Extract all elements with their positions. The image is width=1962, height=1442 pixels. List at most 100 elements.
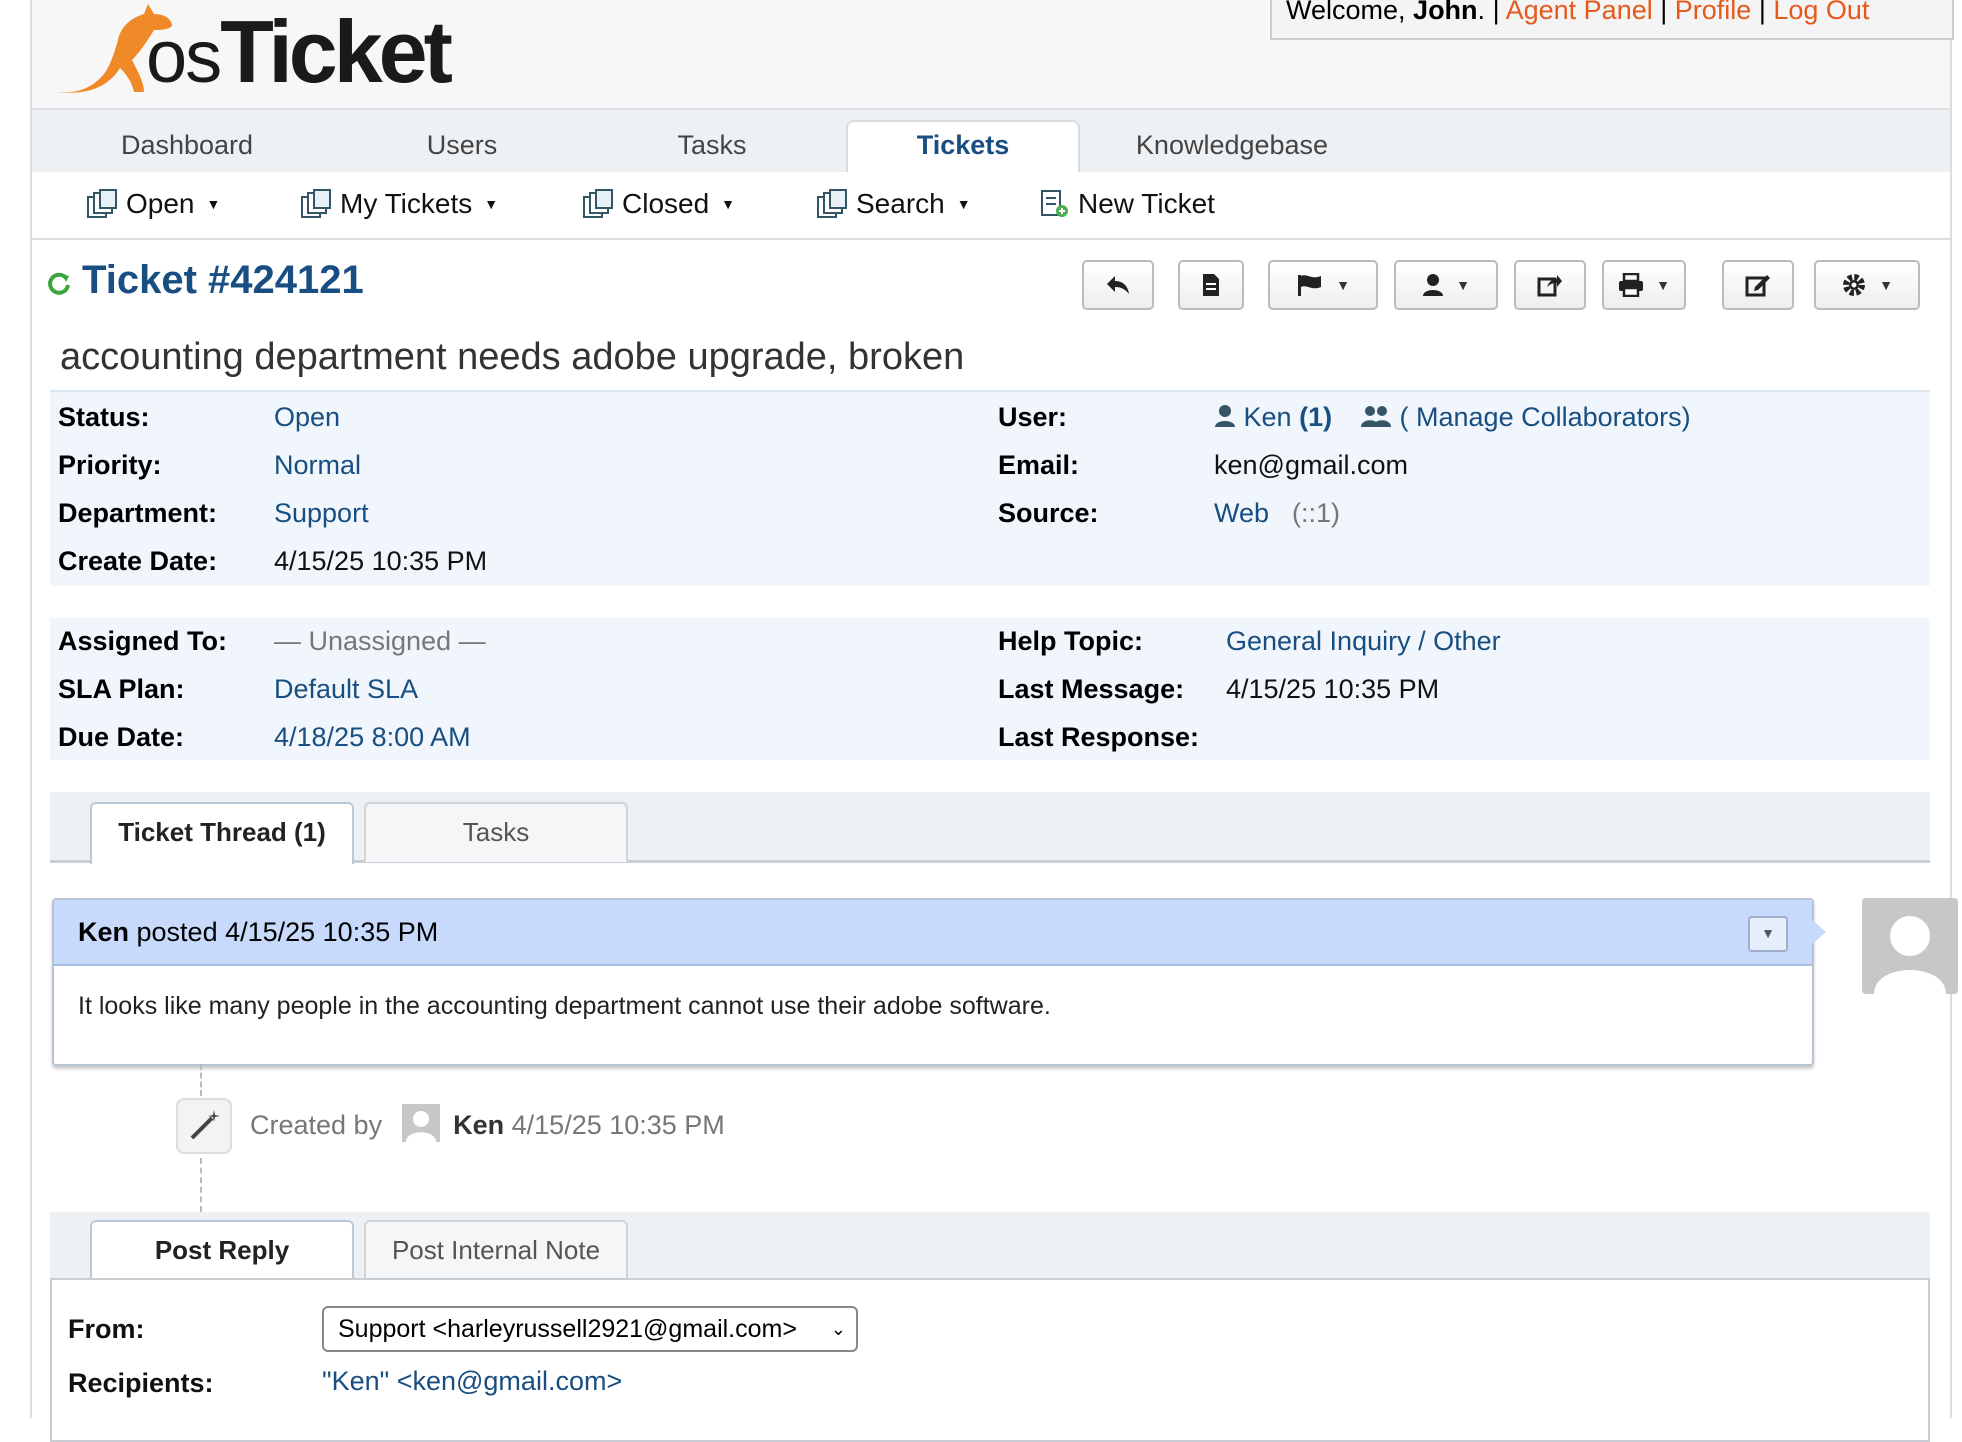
reply-button[interactable] bbox=[1082, 260, 1154, 310]
sla-value: Default SLA bbox=[274, 674, 419, 704]
message-options-button[interactable]: ▼ bbox=[1748, 916, 1788, 952]
welcome-text: Welcome, bbox=[1286, 0, 1414, 25]
source-label: Source: bbox=[998, 498, 1099, 528]
more-settings-button[interactable]: ▼ bbox=[1814, 260, 1920, 310]
tab-dashboard[interactable]: Dashboard bbox=[92, 122, 282, 172]
new-ticket-link[interactable]: New Ticket bbox=[1038, 188, 1215, 220]
separator: | bbox=[1492, 0, 1500, 25]
last-message-label: Last Message: bbox=[998, 674, 1185, 704]
help-topic-value: General Inquiry / Other bbox=[1226, 626, 1501, 656]
status-button[interactable]: ▼ bbox=[1268, 260, 1378, 310]
priority-value: Normal bbox=[274, 450, 362, 480]
refresh-icon[interactable] bbox=[46, 270, 72, 296]
event-time: 4/15/25 10:35 PM bbox=[511, 1110, 725, 1141]
separator: | bbox=[1660, 0, 1668, 25]
sub-nav: Open ▼ My Tickets ▼ Closed ▼ Search ▼ New Ti… bbox=[32, 172, 1950, 240]
main-nav: Dashboard Users Tasks Tickets Knowledgeb… bbox=[32, 108, 1950, 176]
tab-post-reply[interactable]: Post Reply bbox=[90, 1220, 354, 1282]
reply-form: From: Support <harleyrussell2921@gmail.c… bbox=[50, 1278, 1930, 1442]
share-icon bbox=[1537, 275, 1562, 297]
osticket-logo[interactable]: osTicket bbox=[48, 0, 478, 100]
tab-knowledgebase[interactable]: Knowledgebase bbox=[1112, 122, 1352, 172]
email-value: ken@gmail.com bbox=[1214, 450, 1408, 480]
users-group-icon bbox=[1361, 406, 1391, 427]
status-value: Open bbox=[274, 402, 341, 432]
reply-tabs: Post Reply Post Internal Note bbox=[50, 1212, 1930, 1282]
assigned-value: — Unassigned — bbox=[274, 626, 486, 656]
source-value: Web bbox=[1214, 498, 1270, 528]
assign-button[interactable]: ▼ bbox=[1394, 260, 1498, 310]
ticket-info-secondary: Assigned To: — Unassigned — SLA Plan: De… bbox=[50, 618, 1930, 760]
agent-panel-link[interactable]: Agent Panel bbox=[1506, 0, 1653, 25]
search-menu[interactable]: Search ▼ bbox=[816, 188, 971, 220]
transfer-button[interactable] bbox=[1514, 260, 1586, 310]
closed-tickets-menu[interactable]: Closed ▼ bbox=[582, 188, 735, 220]
message-body: It looks like many people in the account… bbox=[78, 992, 1051, 1020]
print-button[interactable]: ▼ bbox=[1602, 260, 1686, 310]
manage-collaborators-link[interactable]: ( Manage Collaborators) bbox=[1360, 402, 1691, 433]
edit-button[interactable] bbox=[1722, 260, 1794, 310]
avatar bbox=[401, 1104, 440, 1142]
caret-down-icon: ▼ bbox=[721, 196, 736, 212]
recipients-value[interactable]: "Ken" <ken@gmail.com> bbox=[322, 1366, 622, 1397]
tab-tasks[interactable]: Tasks bbox=[364, 802, 628, 862]
reply-icon bbox=[1107, 276, 1129, 294]
closed-label: Closed bbox=[622, 188, 710, 219]
help-topic-label: Help Topic: bbox=[998, 626, 1143, 656]
separator: | bbox=[1758, 0, 1766, 25]
my-tickets-menu[interactable]: My Tickets ▼ bbox=[300, 188, 498, 220]
from-select[interactable]: Support <harleyrussell2921@gmail.com> ⌄ bbox=[322, 1306, 858, 1352]
caret-down-icon: ▼ bbox=[206, 196, 221, 212]
message-author: Ken bbox=[78, 917, 130, 947]
user-name: John bbox=[1413, 0, 1478, 25]
new-ticket-label: New Ticket bbox=[1078, 188, 1215, 219]
department-value: Support bbox=[274, 498, 369, 528]
caret-down-icon: ▼ bbox=[1879, 277, 1893, 293]
timeline-line bbox=[200, 1158, 202, 1212]
event-action: Created by bbox=[250, 1110, 383, 1141]
user-icon bbox=[1423, 274, 1444, 296]
ticket-info-primary: Status: Open Priority: Normal Department… bbox=[50, 390, 1930, 586]
thread-message: Ken posted 4/15/25 10:35 PM ▼ It looks l… bbox=[52, 898, 1814, 1066]
ticket-number[interactable]: Ticket #424121 bbox=[82, 258, 364, 303]
post-note-button[interactable] bbox=[1178, 260, 1244, 310]
message-pointer bbox=[1810, 918, 1826, 946]
tab-users[interactable]: Users bbox=[402, 122, 522, 172]
caret-down-icon: ▼ bbox=[1336, 277, 1350, 293]
profile-link[interactable]: Profile bbox=[1675, 0, 1752, 25]
user-value[interactable]: Ken (1) bbox=[1214, 402, 1332, 433]
tab-tickets[interactable]: Tickets bbox=[846, 120, 1080, 176]
ticket-subject: accounting department needs adobe upgrad… bbox=[60, 336, 965, 378]
open-tickets-menu[interactable]: Open ▼ bbox=[86, 188, 220, 220]
tickets-icon bbox=[87, 189, 117, 218]
search-label: Search bbox=[856, 188, 945, 219]
logo-wordmark: osTicket bbox=[146, 2, 453, 101]
caret-down-icon: ▼ bbox=[1656, 277, 1670, 293]
caret-down-icon: ▼ bbox=[956, 196, 971, 212]
logout-link[interactable]: Log Out bbox=[1773, 0, 1869, 25]
tab-ticket-thread[interactable]: Ticket Thread (1) bbox=[90, 802, 354, 864]
source-ip: (::1) bbox=[1292, 498, 1341, 528]
user-name: Ken bbox=[1243, 402, 1292, 432]
page-frame: osTicket Welcome, John. | Agent Panel | … bbox=[30, 0, 1958, 1442]
edit-icon bbox=[1745, 275, 1770, 297]
create-date-label: Create Date: bbox=[58, 546, 218, 576]
department-label: Department: bbox=[58, 498, 218, 528]
priority-label: Priority: bbox=[58, 450, 162, 480]
user-icon bbox=[1215, 405, 1235, 427]
event-author: Ken bbox=[453, 1110, 505, 1141]
flag-icon bbox=[1298, 275, 1322, 296]
caret-down-icon: ▼ bbox=[1456, 277, 1470, 293]
print-icon bbox=[1619, 273, 1644, 297]
thread-tabs: Ticket Thread (1) Tasks bbox=[50, 792, 1930, 864]
timeline-line bbox=[200, 1064, 202, 1096]
tab-post-internal-note[interactable]: Post Internal Note bbox=[364, 1220, 628, 1280]
tab-tasks[interactable]: Tasks bbox=[652, 122, 772, 172]
tickets-icon bbox=[301, 189, 331, 218]
chevron-down-icon: ⌄ bbox=[830, 1319, 846, 1339]
due-date-label: Due Date: bbox=[58, 722, 185, 752]
my-tickets-label: My Tickets bbox=[340, 188, 473, 219]
caret-down-icon: ▼ bbox=[484, 196, 499, 212]
assigned-label: Assigned To: bbox=[58, 626, 228, 656]
user-bar: Welcome, John. | Agent Panel | Profile |… bbox=[1270, 0, 1954, 40]
